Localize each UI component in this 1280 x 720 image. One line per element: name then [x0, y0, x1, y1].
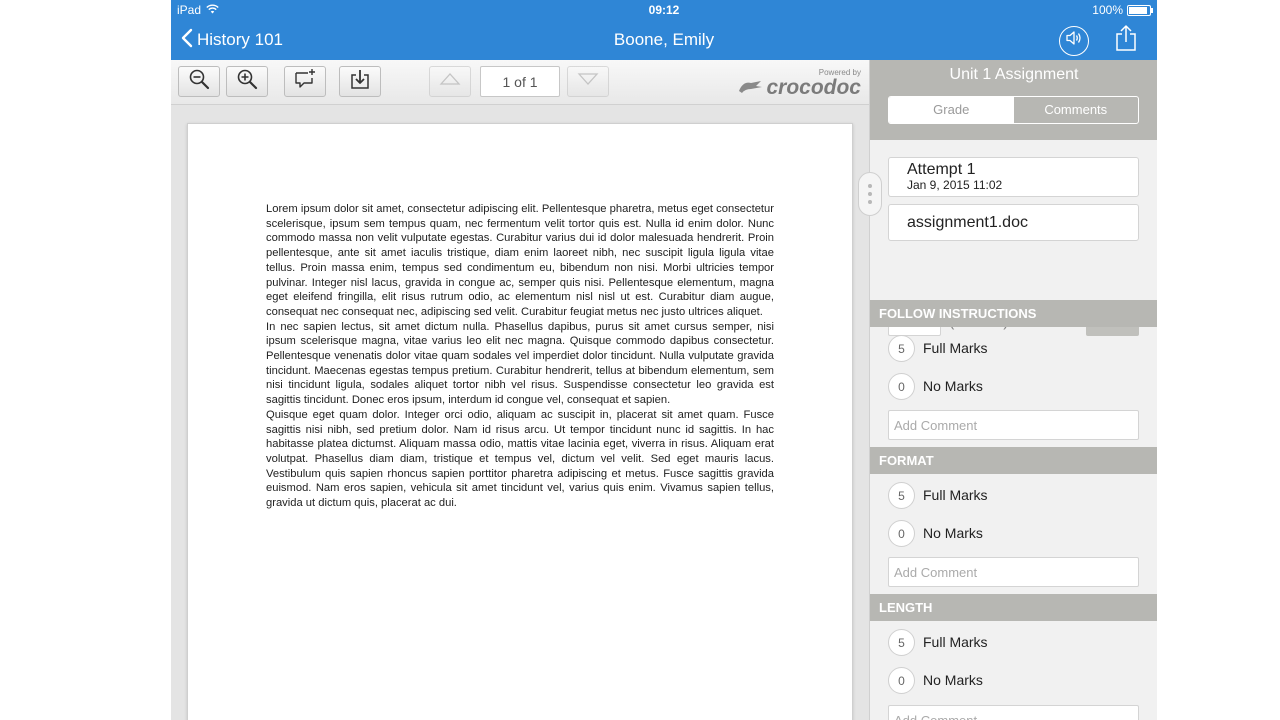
grading-sidebar: Unit 1 Assignment Grade Comments Attempt…: [858, 60, 1157, 720]
mark-label: No Marks: [923, 672, 983, 688]
page-indicator[interactable]: 1 of 1: [480, 66, 560, 97]
attempt-selector[interactable]: Attempt 1 Jan 9, 2015 11:02: [888, 157, 1139, 197]
grade-comments-segmented-control: Grade Comments: [888, 96, 1139, 124]
battery-percent: 100%: [1092, 3, 1123, 17]
zoom-in-button[interactable]: [226, 66, 268, 97]
ipad-screen: iPad 09:12 100% History 101 Boone, Emily: [171, 0, 1157, 720]
document-paragraph: Quisque eget quam dolor. Integer orci od…: [266, 408, 774, 510]
student-name-title: Boone, Emily: [613, 30, 715, 49]
attempt-date: Jan 9, 2015 11:02: [907, 178, 1003, 192]
points-badge: 5: [888, 481, 915, 509]
full-marks-option[interactable]: 5 Full Marks: [888, 627, 988, 657]
back-label: History 101: [197, 30, 283, 49]
add-comment-input[interactable]: [888, 410, 1139, 440]
no-marks-option[interactable]: 0 No Marks: [888, 371, 983, 401]
chevron-left-icon: [181, 28, 193, 53]
points-badge: 0: [888, 666, 915, 694]
share-button[interactable]: [1115, 24, 1137, 57]
crocodile-logo-icon: [737, 77, 763, 99]
crocodoc-brand-text: crocodoc: [766, 76, 861, 99]
add-comment-button[interactable]: [284, 66, 326, 97]
mark-label: Full Marks: [923, 340, 988, 356]
crocodoc-brand: crocodoc: [737, 77, 861, 99]
speaker-icon: [1065, 30, 1083, 51]
rubric-section-header: FOLLOW INSTRUCTIONS: [870, 300, 1157, 327]
zoom-out-icon: [188, 68, 210, 95]
battery-icon: [1127, 4, 1153, 16]
document-page: Lorem ipsum dolor sit amet, consectetur …: [187, 123, 853, 720]
share-icon: [1115, 25, 1137, 56]
points-badge: 5: [888, 334, 915, 362]
next-page-button[interactable]: [567, 66, 609, 97]
previous-page-button[interactable]: [429, 66, 471, 97]
attachment-file[interactable]: assignment1.doc: [888, 204, 1139, 241]
zoom-out-button[interactable]: [178, 66, 220, 97]
document-toolbar: 1 of 1 Powered by crocodoc: [171, 60, 869, 105]
file-name: assignment1.doc: [907, 214, 1028, 231]
crocodoc-logo: Powered by crocodoc: [737, 68, 861, 99]
mark-label: Full Marks: [923, 634, 988, 650]
document-body: Lorem ipsum dolor sit amet, consectetur …: [266, 202, 774, 511]
download-button[interactable]: [339, 66, 381, 97]
full-marks-option[interactable]: 5 Full Marks: [888, 333, 988, 363]
no-marks-option[interactable]: 0 No Marks: [888, 665, 983, 695]
rubric-section-header: LENGTH: [870, 594, 1157, 621]
sidebar-header: Unit 1 Assignment Grade Comments: [870, 60, 1157, 140]
document-viewer[interactable]: Lorem ipsum dolor sit amet, consectetur …: [171, 105, 869, 720]
status-right: 100%: [1092, 3, 1153, 17]
status-bar: iPad 09:12 100%: [171, 0, 1157, 20]
zoom-in-icon: [236, 68, 258, 95]
add-comment-icon: [293, 68, 317, 95]
tab-comments[interactable]: Comments: [1014, 97, 1139, 123]
points-badge: 0: [888, 519, 915, 547]
no-marks-option[interactable]: 0 No Marks: [888, 518, 983, 548]
document-paragraph: In nec sapien lectus, sit amet dictum nu…: [266, 320, 774, 407]
add-comment-input[interactable]: [888, 557, 1139, 587]
mark-label: No Marks: [923, 525, 983, 541]
attempt-title: Attempt 1: [907, 161, 976, 178]
arrow-down-icon: [577, 72, 599, 91]
arrow-up-icon: [439, 72, 461, 91]
audio-button[interactable]: [1059, 25, 1089, 56]
add-comment-input[interactable]: [888, 705, 1139, 720]
mark-label: Full Marks: [923, 487, 988, 503]
panel-drag-handle[interactable]: [858, 172, 882, 216]
download-icon: [349, 68, 371, 95]
mark-label: No Marks: [923, 378, 983, 394]
nav-actions: [1059, 24, 1137, 57]
points-badge: 0: [888, 372, 915, 400]
back-button[interactable]: History 101: [181, 20, 283, 60]
tab-grade[interactable]: Grade: [889, 97, 1014, 123]
navigation-bar: History 101 Boone, Emily: [171, 20, 1157, 60]
full-marks-option[interactable]: 5 Full Marks: [888, 480, 988, 510]
assignment-title: Unit 1 Assignment: [949, 66, 1079, 83]
rubric-section-header: FORMAT: [870, 447, 1157, 474]
points-badge: 5: [888, 628, 915, 656]
clock: 09:12: [648, 3, 680, 17]
document-paragraph: Lorem ipsum dolor sit amet, consectetur …: [266, 203, 774, 318]
